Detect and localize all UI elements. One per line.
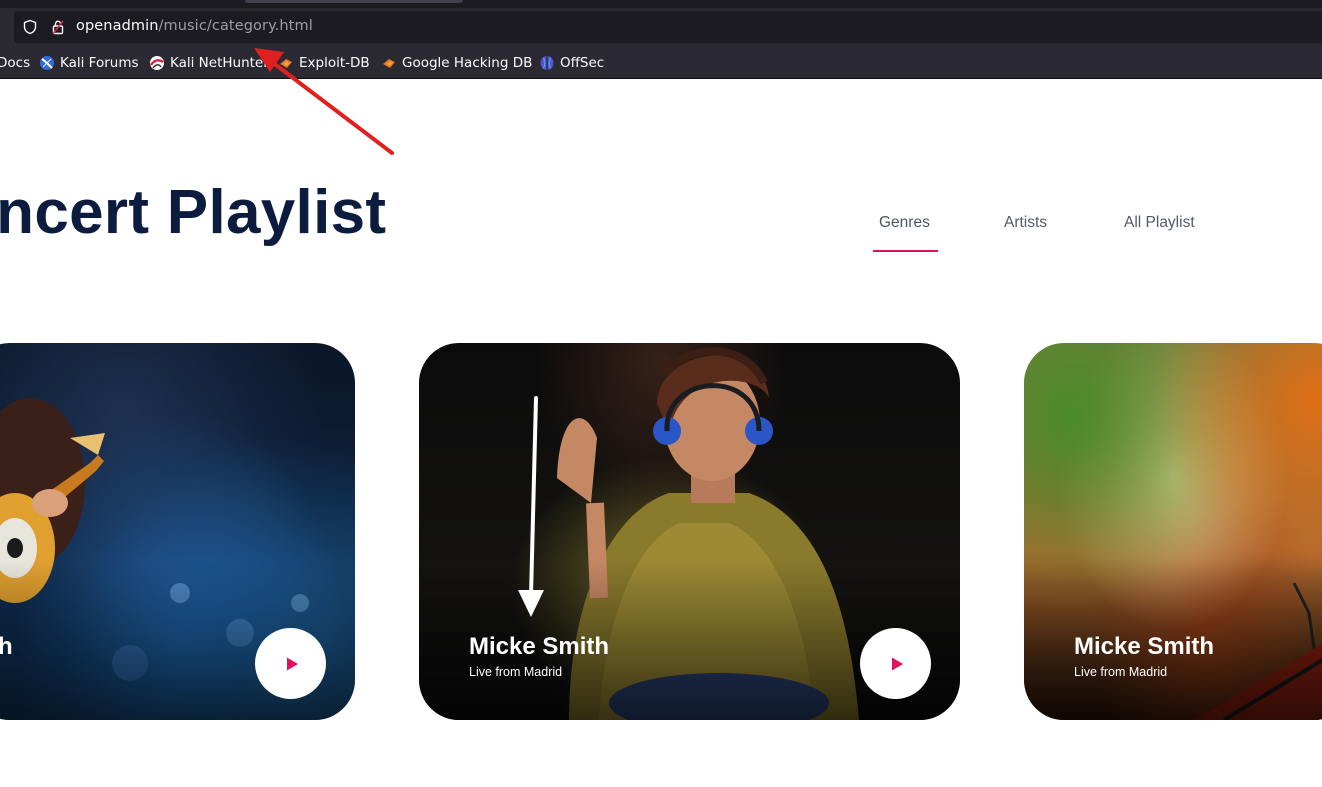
playlist-card[interactable]: Micke Smith Live from Madrid bbox=[419, 343, 960, 720]
play-button[interactable] bbox=[255, 628, 326, 699]
address-bar[interactable]: openadmin/music/category.html bbox=[14, 11, 1322, 43]
active-tab-edge[interactable] bbox=[245, 0, 463, 3]
playlist-card[interactable]: Micke Smith Live from Madrid bbox=[1024, 343, 1322, 720]
insecure-lock-icon[interactable] bbox=[50, 19, 66, 35]
play-icon bbox=[892, 657, 903, 670]
bookmark-docs[interactable]: Docs bbox=[0, 54, 30, 72]
tab-artists[interactable]: Artists bbox=[1004, 214, 1047, 232]
bookmark-label: Google Hacking DB bbox=[402, 55, 533, 71]
exploit-db-icon bbox=[280, 59, 292, 68]
browser-toolbar: openadmin/music/category.html bbox=[0, 8, 1322, 48]
bookmark-exploit-db[interactable]: Exploit-DB bbox=[278, 54, 370, 72]
active-tab-indicator bbox=[873, 250, 938, 252]
card-title: Micke Smith bbox=[469, 633, 610, 660]
bookmark-label: Docs bbox=[0, 55, 31, 71]
shield-icon[interactable] bbox=[22, 19, 38, 35]
card-subtitle: Live from Madrid bbox=[469, 665, 563, 679]
card-title: th bbox=[0, 633, 13, 660]
kali-nethunter-icon bbox=[149, 56, 164, 70]
bookmark-label: Kali Forums bbox=[60, 55, 139, 71]
bookmarks-toolbar: Docs Kali Forums Kali NetHunter Exploit-… bbox=[0, 48, 1322, 79]
bookmark-offsec[interactable]: OffSec bbox=[539, 54, 604, 72]
kali-forums-icon bbox=[40, 56, 54, 70]
url-path: /music/category.html bbox=[158, 18, 313, 34]
tab-all-playlist[interactable]: All Playlist bbox=[1124, 214, 1195, 232]
tab-genres[interactable]: Genres bbox=[879, 214, 930, 232]
offsec-icon bbox=[540, 56, 554, 70]
play-button[interactable] bbox=[860, 628, 931, 699]
web-page: oncert Playlist Genres Artists All Playl… bbox=[0, 79, 1322, 787]
url-text[interactable]: openadmin/music/category.html bbox=[76, 18, 313, 34]
bookmark-label: OffSec bbox=[560, 55, 605, 71]
bookmark-kali-nethunter[interactable]: Kali NetHunter bbox=[149, 54, 269, 72]
google-hacking-db-icon bbox=[383, 59, 395, 68]
bookmark-kali-forums[interactable]: Kali Forums bbox=[39, 54, 139, 72]
bookmark-google-hacking-db[interactable]: Google Hacking DB bbox=[381, 54, 532, 72]
page-title: oncert Playlist bbox=[0, 178, 387, 247]
playlist-card[interactable]: th bbox=[0, 343, 355, 720]
card-title: Micke Smith bbox=[1074, 633, 1215, 660]
tab-strip bbox=[0, 0, 1322, 8]
bookmark-label: Exploit-DB bbox=[299, 55, 370, 71]
bookmark-label: Kali NetHunter bbox=[170, 55, 269, 71]
card-subtitle: Live from Madrid bbox=[1074, 665, 1168, 679]
play-icon bbox=[287, 657, 298, 670]
url-host: openadmin bbox=[76, 18, 159, 34]
